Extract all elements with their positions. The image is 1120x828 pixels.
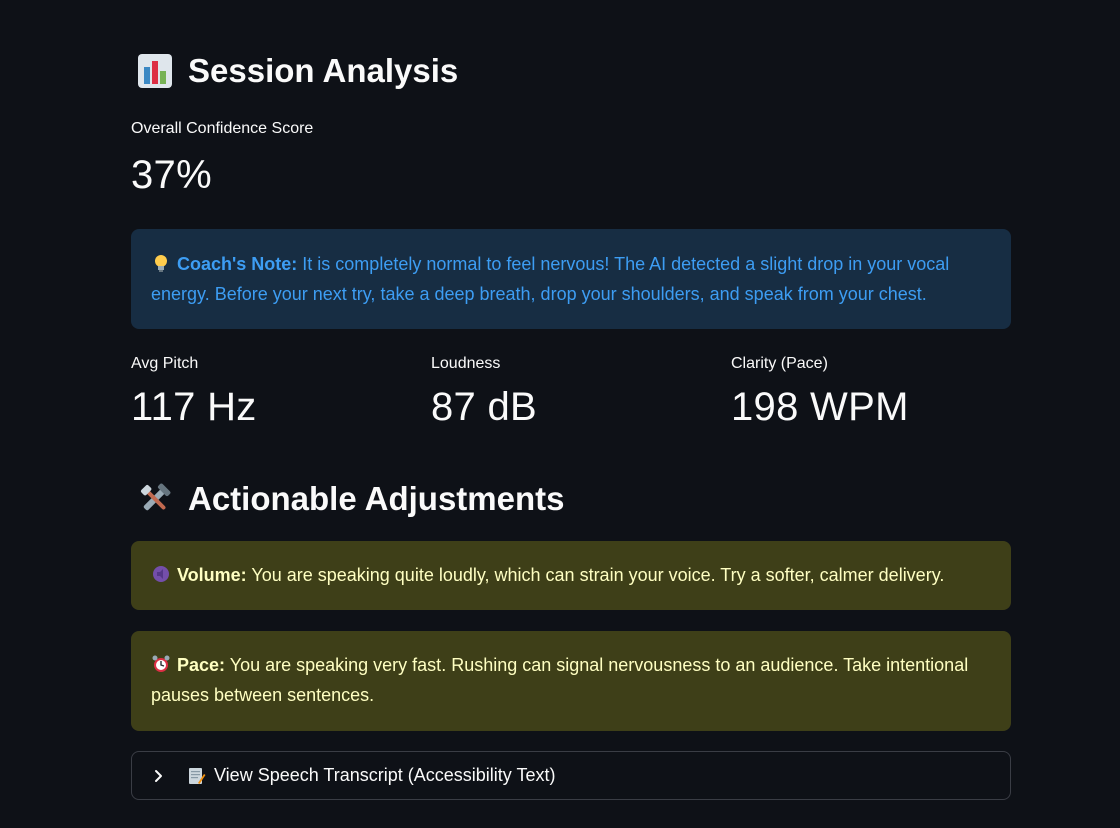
- session-analysis-heading: Session Analysis: [136, 52, 458, 90]
- page-title: Session Analysis: [188, 52, 459, 89]
- chevron-right-icon: [152, 769, 166, 783]
- confidence-score-label: Overall Confidence Score: [131, 120, 314, 137]
- metric-label: Clarity (Pace): [731, 355, 828, 372]
- expander-label: View Speech Transcript (Accessibility Te…: [214, 765, 556, 785]
- metric-value: 198 WPM: [731, 385, 909, 429]
- metric-value: 117 Hz: [131, 385, 257, 429]
- alarm-clock-icon: [151, 653, 171, 673]
- metric-avg-pitch: Avg Pitch 117 Hz: [131, 355, 257, 430]
- speaker-icon: [151, 563, 171, 583]
- metric-clarity-pace: Clarity (Pace) 198 WPM: [731, 355, 909, 430]
- metric-label: Loudness: [431, 355, 501, 372]
- coach-note-alert: Coach's Note: It is completely normal to…: [131, 229, 1011, 329]
- memo-icon: [186, 766, 206, 786]
- section-title: Actionable Adjustments: [188, 480, 565, 517]
- metric-label: Avg Pitch: [131, 355, 199, 372]
- metric-loudness: Loudness 87 dB: [431, 355, 537, 430]
- speech-transcript-expander[interactable]: View Speech Transcript (Accessibility Te…: [131, 751, 1011, 800]
- actionable-adjustments-heading: Actionable Adjustments: [136, 480, 565, 518]
- pace-adjustment-alert: Pace: You are speaking very fast. Rushin…: [131, 631, 1011, 731]
- bar-chart-icon: [136, 53, 174, 89]
- volume-adjustment-alert: Volume: You are speaking quite loudly, w…: [131, 541, 1011, 610]
- tools-icon: [136, 481, 174, 517]
- pace-text: You are speaking very fast. Rushing can …: [151, 655, 969, 705]
- pace-title: Pace:: [177, 655, 226, 675]
- volume-title: Volume:: [177, 565, 247, 585]
- confidence-score-value: 37%: [131, 153, 212, 197]
- metric-value: 87 dB: [431, 385, 538, 429]
- volume-text: You are speaking quite loudly, which can…: [246, 565, 945, 585]
- coach-note-title: Coach's Note:: [177, 254, 298, 274]
- lightbulb-icon: [151, 252, 171, 272]
